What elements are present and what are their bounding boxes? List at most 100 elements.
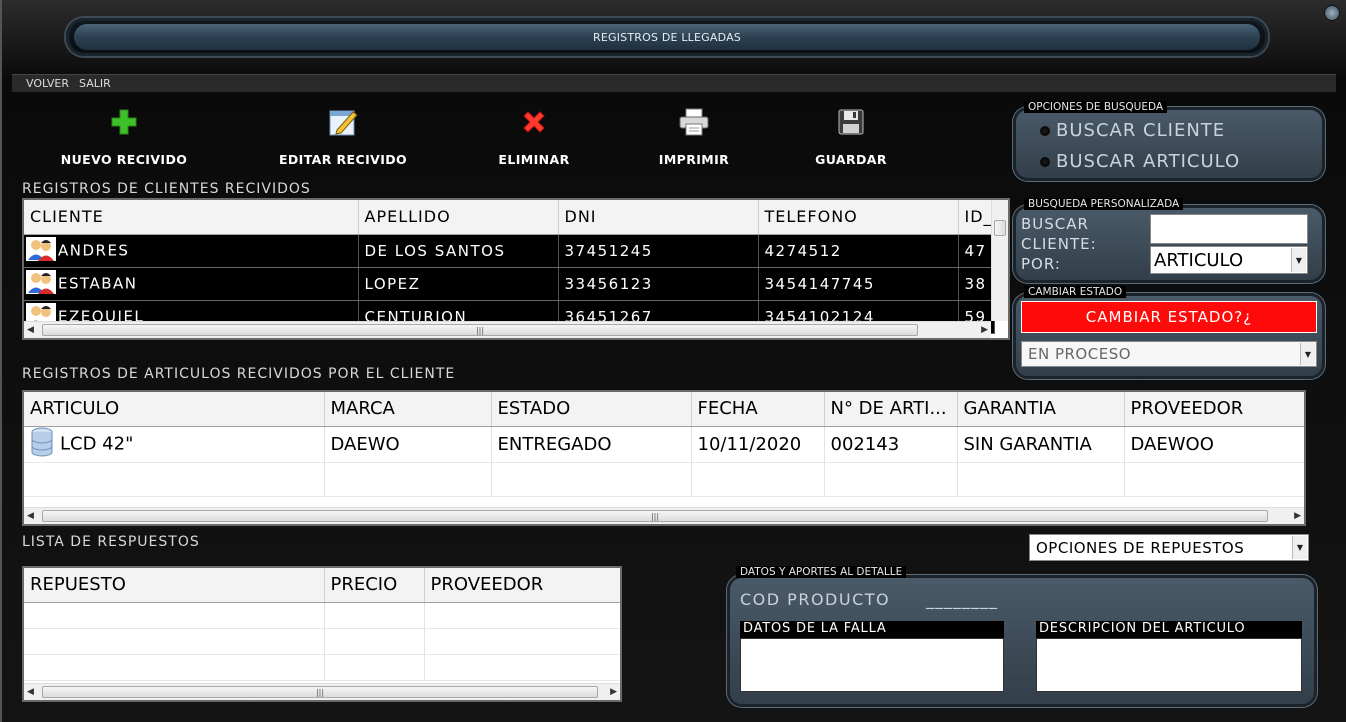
search-article-label: BUSCAR ARTICULO — [1056, 151, 1241, 172]
client-dni-cell: 37451245 — [558, 234, 759, 268]
scroll-right-icon[interactable]: ▶ — [610, 687, 617, 697]
parts-horizontal-thumb[interactable]: ||| — [42, 686, 598, 698]
article-provider-cell: DAEWOO — [1124, 426, 1304, 463]
custom-search-input[interactable] — [1150, 214, 1308, 244]
print-button[interactable]: IMPRIMIR — [658, 104, 730, 167]
custom-search-label: BUSCAR CLIENTE: POR: — [1021, 215, 1097, 273]
menu-item-salir[interactable]: SALIR — [79, 77, 111, 90]
product-code-label: COD PRODUCTO — [740, 590, 891, 609]
floppy-disk-icon — [837, 104, 865, 140]
table-row[interactable]: LCD 42" DAEWO ENTREGADO 10/11/2020 00214… — [24, 426, 1304, 463]
chevron-down-icon[interactable]: ▼ — [1291, 248, 1306, 272]
search-by-value: ARTICULO — [1154, 249, 1244, 271]
edit-received-button[interactable]: EDITAR RECIVIDO — [278, 104, 408, 167]
title-bar: REGISTROS DE LLEGADAS — [66, 18, 1268, 56]
clients-col-id[interactable]: ID_ — [958, 200, 995, 235]
fault-data-textarea[interactable] — [740, 638, 1004, 692]
details-legend: DATOS Y APORTES AL DETALLE — [736, 566, 907, 578]
client-id-cell: 47 — [958, 234, 995, 268]
scroll-left-icon[interactable]: ◀ — [27, 325, 34, 335]
print-label: IMPRIMIR — [658, 152, 730, 167]
save-button[interactable]: GUARDAR — [812, 104, 890, 167]
search-by-combo[interactable]: ARTICULO ▼ — [1150, 246, 1308, 274]
menu-bar: VOLVER SALIR — [12, 74, 1336, 92]
client-phone-cell: 3454147745 — [758, 267, 959, 301]
custom-search-legend: BUSQUEDA PERSONALIZADA — [1024, 198, 1184, 210]
article-name-cell: LCD 42" — [24, 426, 325, 463]
save-label: GUARDAR — [815, 152, 887, 167]
articles-header-row: ARTICULO MARCA ESTADO FECHA N° DE ARTI..… — [24, 392, 1304, 427]
window-title: REGISTROS DE LLEGADAS — [592, 30, 741, 44]
clients-header-row: CLIENTE APELLIDO DNI TELEFONO ID_ — [24, 200, 995, 235]
users-icon — [26, 236, 56, 265]
change-state-button[interactable]: CAMBIAR ESTADO?¿ — [1021, 301, 1317, 333]
articles-col-marca[interactable]: MARCA — [324, 392, 492, 427]
article-brand-cell: DAEWO — [324, 426, 492, 463]
delete-label: ELIMINAR — [498, 152, 570, 167]
clients-col-cliente[interactable]: CLIENTE — [24, 200, 359, 235]
scroll-right-icon[interactable]: ▶ — [1294, 511, 1301, 521]
table-row[interactable]: ANDRES DE LOS SANTOS 37451245 4274512 47 — [24, 234, 995, 268]
clients-col-apellido[interactable]: APELLIDO — [358, 200, 559, 235]
article-date-cell: 10/11/2020 — [691, 426, 825, 463]
edit-icon — [327, 104, 359, 140]
table-row[interactable] — [24, 654, 620, 681]
scroll-left-icon[interactable]: ◀ — [27, 511, 34, 521]
menu-item-volver[interactable]: VOLVER — [26, 77, 69, 90]
clients-horizontal-scrollbar[interactable]: ◀ ||| ▶ — [24, 321, 991, 338]
delete-button[interactable]: ELIMINAR — [496, 104, 572, 167]
article-description-textarea[interactable] — [1036, 638, 1302, 692]
scroll-right-icon[interactable]: ▶ — [981, 325, 988, 335]
clients-horizontal-thumb[interactable]: ||| — [42, 324, 918, 336]
parts-grid[interactable]: REPUESTO PRECIO PROVEEDOR ◀ ||| ▶ — [22, 566, 622, 702]
articles-col-proveedor[interactable]: PROVEEDOR — [1124, 392, 1304, 427]
article-description-header: DESCRIPCION DEL ARTICULO — [1036, 621, 1302, 638]
delete-x-icon — [520, 104, 548, 140]
parts-section-title: LISTA DE RESPUESTOS — [22, 534, 200, 550]
clients-grid[interactable]: CLIENTE APELLIDO DNI TELEFONO ID_ ANDRES… — [22, 198, 1010, 340]
parts-horizontal-scrollbar[interactable]: ◀ ||| ▶ — [24, 683, 620, 700]
chevron-down-icon[interactable]: ▼ — [1300, 343, 1315, 365]
radio-button-icon[interactable] — [1040, 125, 1050, 136]
client-surname-cell: DE LOS SANTOS — [358, 234, 559, 268]
plus-icon — [110, 104, 138, 140]
title-bar-inner: REGISTROS DE LLEGADAS — [74, 24, 1260, 50]
clients-col-dni[interactable]: DNI — [558, 200, 759, 235]
articles-col-fecha[interactable]: FECHA — [691, 392, 825, 427]
table-row[interactable]: ESTABAN LOPEZ 33456123 3454147745 38 — [24, 267, 995, 301]
table-row[interactable] — [24, 628, 620, 655]
details-panel: COD PRODUCTO ________ DATOS DE LA FALLA … — [730, 578, 1314, 704]
new-received-button[interactable]: NUEVO RECIVIDO — [60, 104, 188, 167]
window-control-icon[interactable] — [1324, 5, 1340, 21]
chevron-down-icon[interactable]: ▼ — [1292, 536, 1307, 559]
clients-col-telefono[interactable]: TELEFONO — [758, 200, 959, 235]
client-name-cell: ANDRES — [24, 234, 359, 268]
scroll-left-icon[interactable]: ◀ — [27, 687, 34, 697]
search-article-radio[interactable]: BUSCAR ARTICULO — [1040, 151, 1240, 172]
radio-button-icon[interactable] — [1040, 156, 1050, 167]
clients-vertical-thumb[interactable] — [994, 220, 1006, 236]
database-icon — [30, 427, 54, 462]
client-dni-cell: 33456123 — [558, 267, 759, 301]
articles-horizontal-scrollbar[interactable]: ◀ ||| ▶ — [24, 507, 1304, 524]
clients-vertical-scrollbar[interactable] — [991, 200, 1008, 321]
search-options-legend: OPCIONES DE BUSQUEDA — [1024, 101, 1168, 113]
parts-col-proveedor[interactable]: PROVEEDOR — [424, 568, 620, 603]
client-surname-cell: LOPEZ — [358, 267, 559, 301]
parts-col-precio[interactable]: PRECIO — [324, 568, 425, 603]
search-client-radio[interactable]: BUSCAR CLIENTE — [1040, 120, 1225, 141]
main-window: REGISTROS DE LLEGADAS VOLVER SALIR NUEVO… — [0, 0, 1346, 722]
change-state-panel: CAMBIAR ESTADO?¿ EN PROCESO ▼ — [1016, 296, 1322, 376]
articles-col-estado[interactable]: ESTADO — [491, 392, 692, 427]
articles-grid[interactable]: ARTICULO MARCA ESTADO FECHA N° DE ARTI..… — [22, 390, 1306, 526]
parts-options-combo[interactable]: OPCIONES DE REPUESTOS ▼ — [1029, 534, 1309, 561]
articles-col-numero[interactable]: N° DE ARTI... — [824, 392, 958, 427]
articles-horizontal-thumb[interactable]: ||| — [42, 510, 1268, 522]
articles-col-garantia[interactable]: GARANTIA — [957, 392, 1125, 427]
parts-col-repuesto[interactable]: REPUESTO — [24, 568, 325, 603]
state-combo[interactable]: EN PROCESO ▼ — [1021, 341, 1317, 367]
table-row[interactable] — [24, 602, 620, 629]
articles-col-articulo[interactable]: ARTICULO — [24, 392, 325, 427]
parts-options-value: OPCIONES DE REPUESTOS — [1036, 538, 1245, 557]
table-row[interactable] — [24, 462, 1304, 497]
